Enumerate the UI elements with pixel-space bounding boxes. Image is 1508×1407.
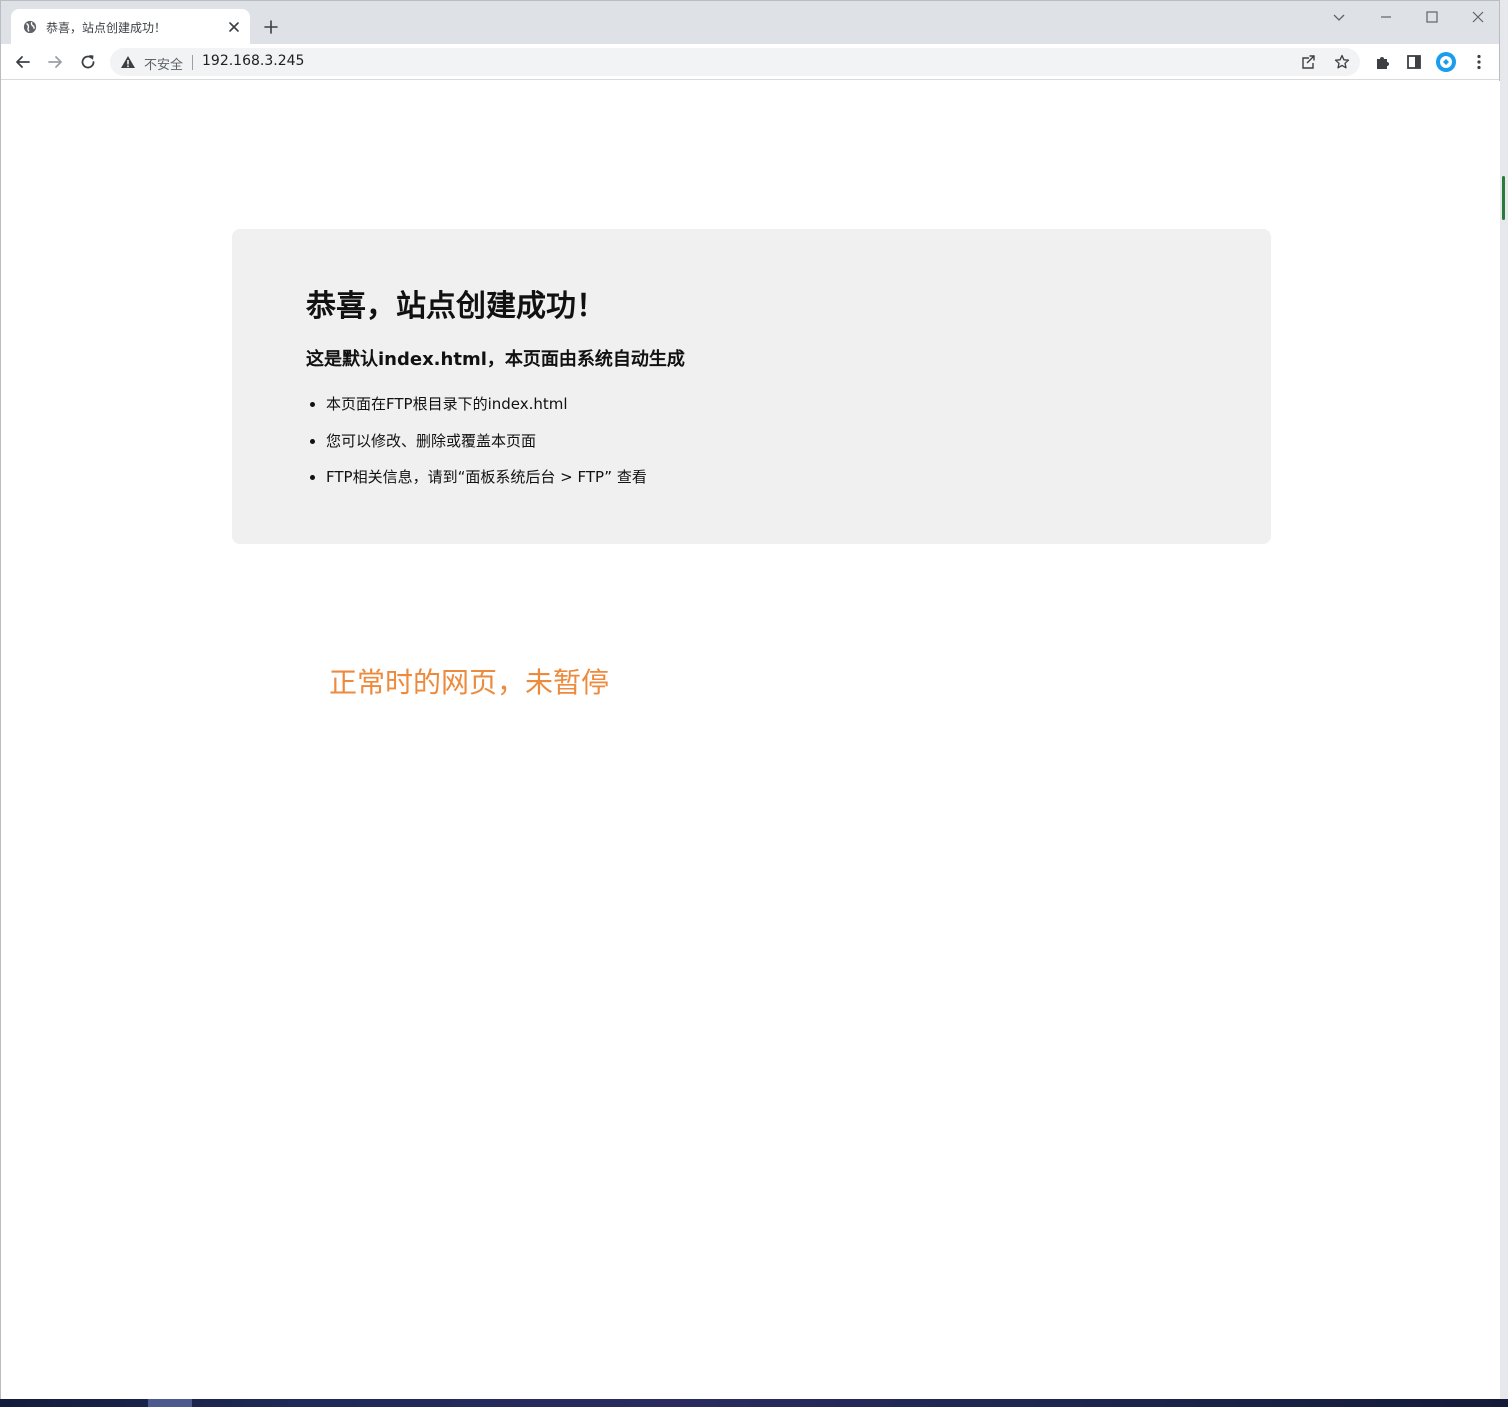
page-content: 恭喜，站点创建成功！ 这是默认index.html，本页面由系统自动生成 本页面…	[2, 81, 1500, 1400]
profile-avatar-icon[interactable]	[1436, 52, 1456, 72]
plus-icon[interactable]	[263, 19, 279, 35]
browser-window: 恭喜，站点创建成功！ 不安全 192.168.3.245 恭喜，站点创建成功！ …	[0, 0, 1500, 1400]
annotation-text: 正常时的网页，未暂停	[329, 666, 610, 699]
close-icon[interactable]	[227, 20, 241, 34]
taskbar-highlight	[148, 1399, 192, 1407]
list-item: FTP相关信息，请到“面板系统后台 > FTP” 查看	[306, 466, 647, 503]
active-tab[interactable]: 恭喜，站点创建成功！	[11, 9, 250, 44]
arrow-left-icon[interactable]	[13, 52, 33, 72]
address-bar[interactable]: 不安全 192.168.3.245	[110, 48, 1360, 76]
list-item: 您可以修改、删除或覆盖本页面	[306, 430, 647, 467]
share-icon[interactable]	[1300, 54, 1316, 70]
desktop-taskbar-edge	[0, 1399, 1508, 1407]
security-label[interactable]: 不安全	[144, 54, 183, 73]
page-subtitle: 这是默认index.html，本页面由系统自动生成	[306, 349, 685, 370]
kebab-menu-icon[interactable]	[1469, 52, 1489, 72]
browser-toolbar: 不安全 192.168.3.245	[1, 44, 1499, 80]
star-icon[interactable]	[1334, 54, 1350, 70]
welcome-card: 恭喜，站点创建成功！ 这是默认index.html，本页面由系统自动生成 本页面…	[232, 229, 1271, 544]
puzzle-icon[interactable]	[1373, 52, 1393, 72]
info-list: 本页面在FTP根目录下的index.html 您可以修改、删除或覆盖本页面 FT…	[306, 393, 647, 503]
tab-strip: 恭喜，站点创建成功！	[1, 1, 1499, 44]
window-close-icon[interactable]	[1470, 9, 1486, 25]
warning-triangle-icon[interactable]	[120, 55, 136, 69]
arrow-right-icon[interactable]	[45, 52, 65, 72]
side-panel-icon[interactable]	[1404, 52, 1424, 72]
tab-search-icon[interactable]	[1331, 9, 1347, 25]
edge-indicator	[1502, 176, 1505, 220]
window-edge-strip	[1500, 0, 1508, 1400]
minimize-icon[interactable]	[1378, 9, 1394, 25]
tab-title: 恭喜，站点创建成功！	[46, 21, 167, 35]
globe-icon	[23, 20, 37, 34]
list-item: 本页面在FTP根目录下的index.html	[306, 393, 647, 430]
reload-icon[interactable]	[78, 52, 98, 72]
omnibox-separator	[192, 55, 193, 70]
maximize-icon[interactable]	[1424, 9, 1440, 25]
url-text[interactable]: 192.168.3.245	[202, 53, 304, 69]
page-title: 恭喜，站点创建成功！	[306, 289, 606, 324]
